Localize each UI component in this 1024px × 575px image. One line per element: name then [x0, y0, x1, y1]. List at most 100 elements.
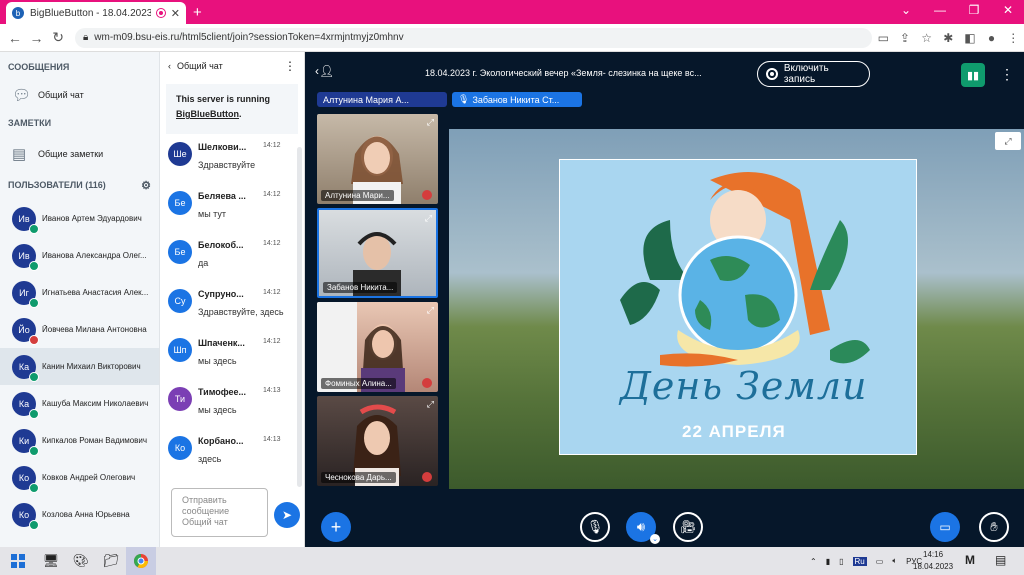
expand-icon[interactable]: ⤢ — [427, 399, 434, 410]
user-list-item[interactable]: Ко Козлова Анна Юрьевна — [0, 496, 159, 533]
avatar-initials: Ти — [174, 394, 186, 404]
taskbar-clock[interactable]: 14:16 18.04.2023 — [913, 549, 953, 573]
expand-icon[interactable]: ⤢ — [425, 213, 432, 224]
shared-notes-item[interactable]: ▤ Общие заметки — [0, 134, 159, 174]
share-icon[interactable]: ⇪ — [894, 31, 916, 45]
audio-status-icon — [29, 408, 39, 419]
url-field[interactable]: 🔒︎ wm-m09.bsu-eis.ru/html5client/join?se… — [74, 27, 873, 48]
bigbluebutton-link[interactable]: BigBlueButton — [176, 109, 239, 119]
avatar-initials: Ше — [173, 149, 187, 159]
avatar: Ше — [168, 142, 192, 166]
close-window-button[interactable]: ✕ — [998, 3, 1018, 17]
app-icon[interactable]: 🖥︎ — [36, 547, 66, 575]
expand-icon[interactable]: ⤢ — [427, 305, 434, 316]
camera-icon[interactable]: ▭ — [872, 31, 894, 45]
user-list-item[interactable]: Ка Кашуба Максим Николаевич — [0, 385, 159, 422]
notifications-icon[interactable]: ▤ — [995, 553, 1006, 567]
send-message-button[interactable]: ➤ — [274, 502, 300, 528]
tray-app-icon[interactable]: ▮ — [826, 557, 830, 566]
user-list-item[interactable]: Йо Йовчева Милана Антоновна — [0, 311, 159, 348]
video-name[interactable]: Алтунина Мари... — [321, 190, 394, 201]
user-list-item[interactable]: Ко Ковков Андрей Олегович — [0, 459, 159, 496]
avatar-initials: Ко — [18, 509, 30, 520]
chrome-icon[interactable] — [126, 547, 156, 575]
meeting-title: 18.04.2023 г. Экологический вечер «Земля… — [425, 68, 702, 78]
profile-avatar-icon[interactable]: ● — [981, 31, 1003, 45]
audio-status-icon — [29, 260, 39, 271]
connection-status-icon[interactable]: ▮▮ — [961, 63, 985, 87]
user-list-item[interactable]: Ка Канин Михаил Викторович — [0, 348, 159, 385]
tray-ime-icon[interactable]: Ru — [852, 556, 867, 566]
video-tile[interactable]: ⤢ Чеснокова Дарь... — [317, 396, 438, 486]
avatar-initials: Су — [174, 296, 186, 306]
chat-message: Ти Тимофее... мы здесь 14:13 — [160, 385, 304, 434]
file-explorer-icon[interactable]: 📁︎ — [96, 547, 126, 575]
notes-header: ЗАМЕТКИ — [0, 112, 159, 134]
paint-icon[interactable]: 🎨︎ — [66, 547, 96, 575]
talking-indicator[interactable]: 🎙︎ Забанов Никита Ст... — [452, 92, 582, 107]
browser-tab[interactable]: b BigBlueButton - 18.04.2023 г. Экол ✕ — [6, 2, 186, 24]
tab-search-button[interactable]: ⌄ — [896, 3, 916, 17]
user-list-item[interactable]: Ив Иванова Александра Олег... — [0, 237, 159, 274]
share-webcam-button[interactable]: 🎥︎ — [673, 512, 703, 542]
chat-message-input[interactable]: Отправить сообщение Общий чат — [171, 488, 268, 537]
unmute-button[interactable]: 🎙︎ — [580, 512, 610, 542]
audio-options-icon[interactable]: ⌄ — [650, 534, 660, 544]
slide-heading: День Земли — [620, 364, 868, 408]
user-name: Иванов Артем Эдуардович — [42, 214, 142, 223]
tab-close-button[interactable]: ✕ — [171, 7, 180, 20]
sidepanel-icon[interactable]: ◧ — [959, 31, 981, 45]
tray-expand-icon[interactable]: ⌃ — [810, 557, 817, 566]
message-time: 14:12 — [263, 142, 281, 149]
avatar: Ко — [168, 436, 192, 460]
message-text: Здравствуйте — [198, 160, 256, 170]
minimize-button[interactable]: — — [930, 3, 950, 17]
tray-app-m-icon[interactable]: M — [965, 553, 975, 567]
public-chat-item[interactable]: 💬︎ Общий чат — [0, 78, 159, 112]
actions-button[interactable]: + — [321, 512, 351, 542]
video-name[interactable]: Чеснокова Дарь... — [321, 472, 396, 483]
fullscreen-button[interactable]: ⤢ — [995, 132, 1021, 150]
browser-menu-icon[interactable]: ⋮ — [1002, 31, 1024, 45]
user-list-item[interactable]: Иг Игнатьева Анастасия Алек... — [0, 274, 159, 311]
toggle-userlist-icon[interactable]: ‹👤︎ — [315, 64, 334, 78]
video-tile[interactable]: ⤢ Алтунина Мари... — [317, 114, 438, 204]
presentation-area[interactable]: ⤢ День Земли 22 АПРЕЛЯ — [449, 129, 1024, 489]
muted-mic-icon — [422, 378, 432, 388]
video-tile[interactable]: ⤢ Забанов Никита... — [317, 208, 438, 298]
tray-usb-icon[interactable]: ▯ — [839, 557, 843, 566]
presentation-button[interactable]: ▭ — [930, 512, 960, 542]
message-time: 14:12 — [263, 240, 281, 247]
forward-icon[interactable]: → — [26, 30, 48, 46]
video-name[interactable]: Фоминых Алина... — [321, 378, 396, 389]
talking-indicator[interactable]: Алтунина Мария А... — [317, 92, 447, 107]
windows-start-icon[interactable] — [0, 547, 36, 575]
chevron-left-icon[interactable]: ‹ — [168, 61, 171, 71]
extensions-icon[interactable]: ✱ — [937, 31, 959, 45]
options-menu-icon[interactable]: ⋮ — [1000, 66, 1014, 83]
chat-options-icon[interactable]: ⋮ — [284, 59, 296, 73]
reload-icon[interactable]: ↻ — [47, 29, 69, 46]
expand-icon[interactable]: ⤢ — [427, 117, 434, 128]
message-text: мы тут — [198, 209, 227, 219]
message-list: Ше Шелкови... Здравствуйте 14:12 Бе Беляева .… — [160, 140, 304, 483]
user-list-item[interactable]: Ки Кипкалов Роман Вадимович — [0, 422, 159, 459]
new-tab-button[interactable]: + — [193, 4, 202, 21]
avatar: Ко — [12, 502, 39, 530]
bookmark-star-icon[interactable]: ☆ — [916, 31, 938, 45]
maximize-button[interactable]: ❐ — [964, 3, 984, 17]
message-time: 14:12 — [263, 191, 281, 198]
video-name[interactable]: Забанов Никита... — [323, 282, 398, 293]
chat-scrollbar[interactable] — [297, 147, 302, 487]
start-recording-button[interactable]: Включить запись — [757, 61, 870, 87]
tray-volume-icon[interactable]: 🔈︎ — [892, 556, 897, 566]
video-tile[interactable]: ⤢ Фоминых Алина... — [317, 302, 438, 392]
audio-status-icon — [29, 223, 39, 234]
user-list-item[interactable]: Ив Иванов Артем Эдуардович — [0, 200, 159, 237]
welcome-text: This server is running — [176, 94, 271, 104]
gear-icon[interactable]: ⚙ — [141, 179, 151, 192]
slide-date: 22 АПРЕЛЯ — [682, 422, 786, 441]
tray-network-icon[interactable]: ▭ — [876, 557, 884, 566]
raise-hand-button[interactable]: ✋︎ — [979, 512, 1009, 542]
back-icon[interactable]: ← — [4, 30, 26, 46]
